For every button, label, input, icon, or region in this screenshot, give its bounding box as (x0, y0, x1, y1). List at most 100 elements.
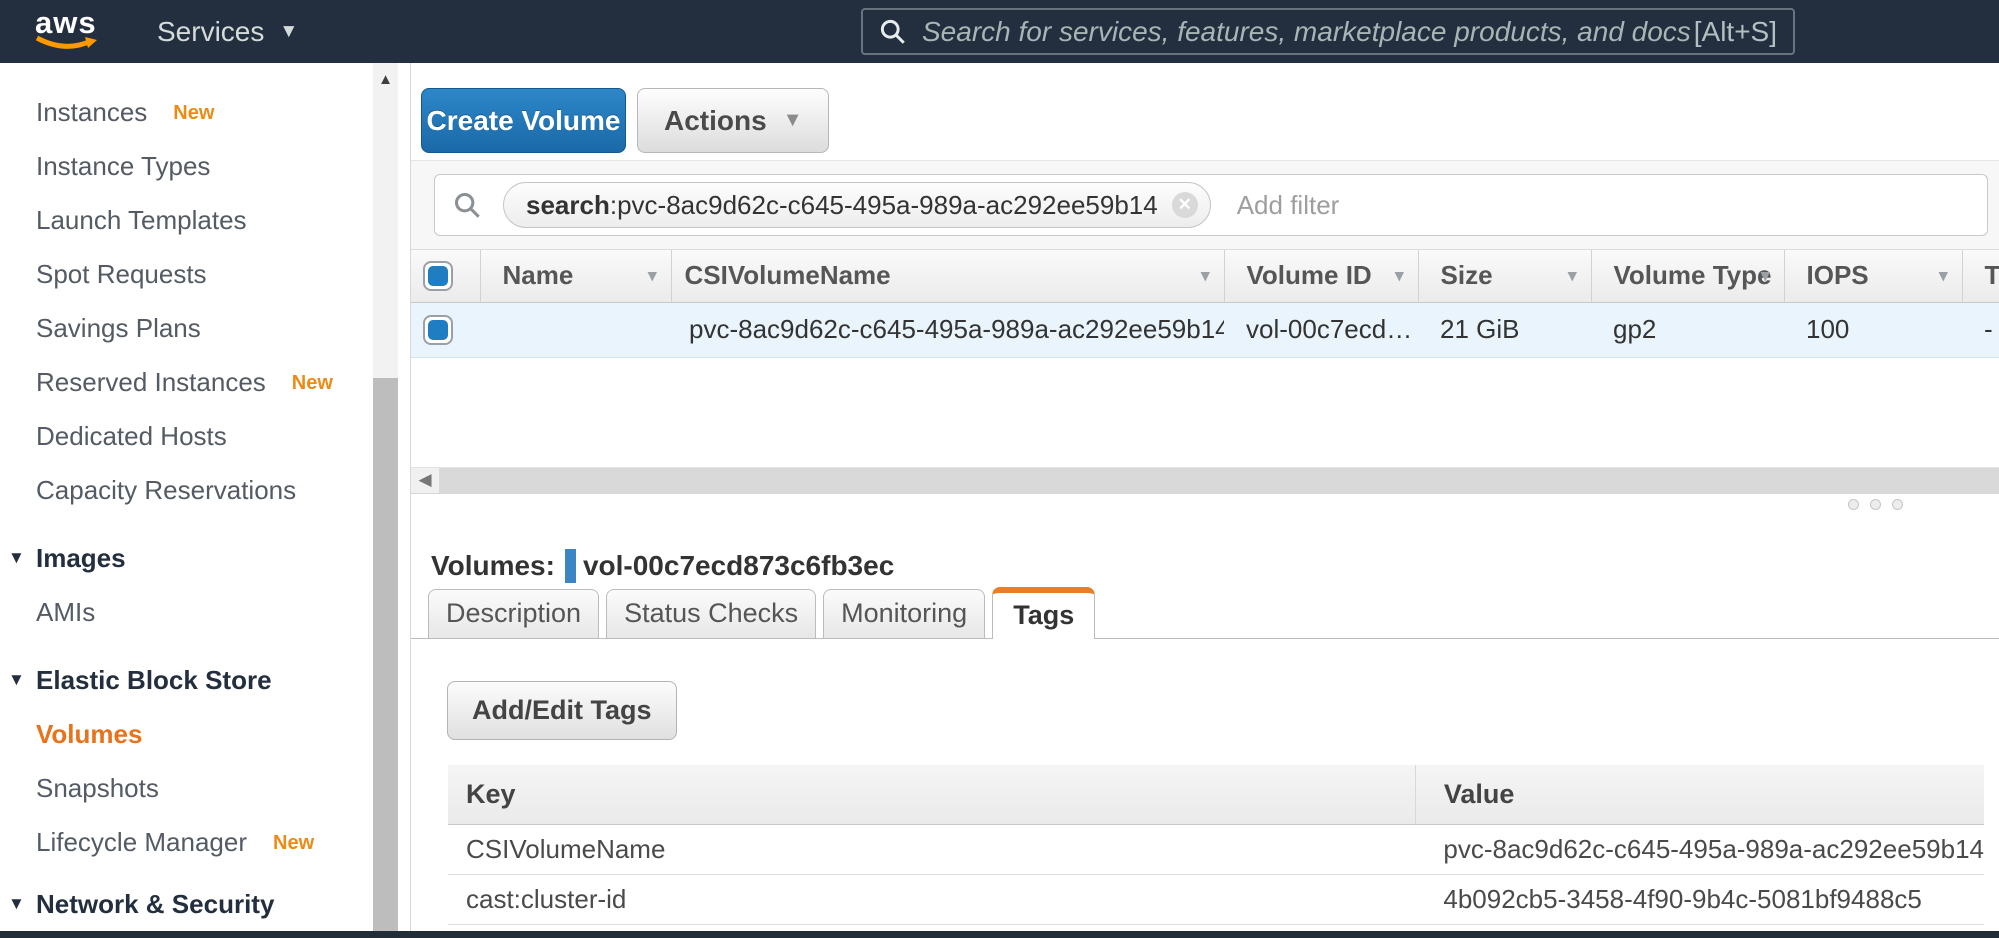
column-header-truncated[interactable]: T (1962, 250, 1999, 302)
tag-row: cast:cluster-id 4b092cb5-3458-4f90-9b4c-… (448, 875, 1984, 925)
sort-icon[interactable]: ▾ (1395, 266, 1404, 286)
window-bottom-edge (0, 931, 1999, 938)
aws-logo[interactable]: aws (35, 8, 99, 56)
sidebar-item-instances[interactable]: Instances New (0, 85, 410, 139)
triangle-down-icon: ▼ (8, 548, 36, 568)
sidebar-item-launch-templates[interactable]: Launch Templates (0, 193, 410, 247)
sidebar-item-lifecycle-manager[interactable]: Lifecycle Manager New (0, 815, 410, 869)
volume-row-selected[interactable]: pvc-8ac9d62c-c645-495a-989a-ac292ee59b14… (411, 302, 1999, 357)
detail-pane-title: Volumes: vol-00c7ecd873c6fb3ec (431, 546, 1999, 586)
new-badge: New (273, 832, 314, 855)
filter-input-area[interactable]: search : pvc-8ac9d62c-c645-495a-989a-ac2… (434, 174, 1988, 236)
filter-tag-key: search (526, 190, 610, 221)
sidebar-section-network-security[interactable]: ▼ Network & Security (0, 877, 410, 931)
row-checkbox[interactable] (423, 315, 453, 345)
filter-bar: search : pvc-8ac9d62c-c645-495a-989a-ac2… (411, 160, 1999, 250)
search-shortcut-hint: [Alt+S] (1694, 16, 1777, 48)
filter-search-icon (453, 191, 481, 219)
tag-value: pvc-8ac9d62c-c645-495a-989a-ac292ee59b14 (1415, 825, 1984, 875)
aws-logo-text: aws (35, 8, 99, 38)
tag-row: CSIVolumeName pvc-8ac9d62c-c645-495a-989… (448, 825, 1984, 875)
main-content: Create Volume Actions ▼ search : pvc-8ac… (410, 63, 1999, 938)
actions-button[interactable]: Actions ▼ (637, 88, 829, 153)
detail-tabs: Description Status Checks Monitoring Tag… (411, 588, 1999, 639)
sidebar-item-savings-plans[interactable]: Savings Plans (0, 301, 410, 355)
aws-smile-icon (35, 35, 99, 55)
triangle-down-icon: ▼ (8, 894, 36, 914)
drag-handle-icon[interactable] (1848, 499, 1914, 510)
checkbox-checked-icon (428, 266, 448, 286)
filter-tag-value: pvc-8ac9d62c-c645-495a-989a-ac292ee59b14 (617, 190, 1158, 221)
volumes-table-header-row: Name ▾ CSIVolumeName ▾ Volume ID ▾ Size … (411, 250, 1999, 302)
tags-value-header: Value (1415, 765, 1984, 825)
column-header-csivolumename[interactable]: CSIVolumeName ▾ (671, 250, 1224, 302)
sidebar-item-snapshots[interactable]: Snapshots (0, 761, 410, 815)
horizontal-scrollbar[interactable]: ◀ (411, 467, 1999, 493)
sort-icon[interactable]: ▾ (1201, 266, 1210, 286)
sort-icon[interactable]: ▾ (648, 266, 657, 286)
sidebar-section-elastic-block-store[interactable]: ▼ Elastic Block Store (0, 653, 410, 707)
tags-table-header-row: Key Value (448, 765, 1984, 825)
scroll-left-icon[interactable]: ◀ (411, 468, 439, 493)
sidebar-item-volumes[interactable]: Volumes (0, 707, 410, 761)
scroll-up-icon[interactable]: ▲ (373, 63, 398, 95)
add-filter-button[interactable]: Add filter (1237, 190, 1340, 221)
tags-table: Key Value CSIVolumeName pvc-8ac9d62c-c64… (448, 765, 1984, 926)
services-label: Services (157, 16, 264, 48)
detail-title-prefix: Volumes: (431, 550, 555, 582)
tag-key: CSIVolumeName (448, 825, 1415, 875)
triangle-down-icon: ▼ (8, 670, 36, 690)
search-icon (879, 18, 906, 45)
cell-csi-volume-name: pvc-8ac9d62c-c645-495a-989a-ac292ee59b14 (671, 302, 1224, 357)
remove-filter-icon[interactable]: ✕ (1172, 192, 1198, 218)
horizontal-scrollbar-track[interactable] (439, 468, 1999, 493)
column-header-volume-id[interactable]: Volume ID ▾ (1224, 250, 1418, 302)
cell-size: 21 GiB (1418, 302, 1591, 357)
top-navbar: aws Services ▼ Search for services, feat… (0, 0, 1999, 63)
sidebar-item-spot-requests[interactable]: Spot Requests (0, 247, 410, 301)
tab-status-checks[interactable]: Status Checks (606, 589, 816, 638)
tab-description[interactable]: Description (428, 589, 599, 638)
pane-splitter[interactable] (411, 493, 1999, 546)
filter-tag[interactable]: search : pvc-8ac9d62c-c645-495a-989a-ac2… (503, 182, 1211, 228)
column-header-name[interactable]: Name ▾ (480, 250, 671, 302)
sidebar-item-instance-types[interactable]: Instance Types (0, 139, 410, 193)
selection-bar (565, 549, 576, 583)
sidebar-scrollbar-thumb[interactable] (373, 378, 398, 938)
sidebar-scrollbar[interactable]: ▲ (373, 63, 398, 938)
sidebar-item-dedicated-hosts[interactable]: Dedicated Hosts (0, 409, 410, 463)
sidebar-item-capacity-reservations[interactable]: Capacity Reservations (0, 463, 410, 517)
tab-tags[interactable]: Tags (992, 587, 1095, 639)
chevron-down-icon: ▼ (783, 109, 803, 132)
cell-name (480, 302, 671, 357)
chevron-down-icon: ▼ (279, 21, 298, 43)
column-header-volume-type[interactable]: Volume Type ▾ (1591, 250, 1784, 302)
sort-icon[interactable]: ▾ (1939, 266, 1948, 286)
selected-volume-id: vol-00c7ecd873c6fb3ec (583, 550, 894, 582)
filter-tag-separator: : (610, 190, 617, 221)
tab-monitoring[interactable]: Monitoring (823, 589, 985, 638)
new-badge: New (292, 372, 333, 395)
services-menu[interactable]: Services ▼ (157, 16, 298, 48)
sidebar-nav-list: Instances New Instance Types Launch Temp… (0, 63, 410, 931)
create-volume-button[interactable]: Create Volume (421, 88, 626, 153)
sidebar-item-amis[interactable]: AMIs (0, 585, 410, 639)
sort-icon[interactable]: ▾ (1761, 266, 1770, 286)
sort-icon[interactable]: ▾ (1568, 266, 1577, 286)
global-search-input[interactable]: Search for services, features, marketpla… (861, 8, 1795, 55)
tag-value: 4b092cb5-3458-4f90-9b4c-5081bf9488c5 (1415, 875, 1984, 925)
sidebar-item-reserved-instances[interactable]: Reserved Instances New (0, 355, 410, 409)
cell-truncated: - (1962, 302, 1999, 357)
cell-volume-type: gp2 (1591, 302, 1784, 357)
new-badge: New (173, 102, 214, 125)
select-all-checkbox[interactable] (423, 261, 453, 291)
tags-key-header: Key (448, 765, 1415, 825)
add-edit-tags-button[interactable]: Add/Edit Tags (447, 681, 677, 740)
action-toolbar: Create Volume Actions ▼ (421, 88, 1999, 153)
row-select-cell (411, 302, 480, 357)
sidebar: Instances New Instance Types Launch Temp… (0, 63, 410, 938)
column-header-size[interactable]: Size ▾ (1418, 250, 1591, 302)
column-header-iops[interactable]: IOPS ▾ (1784, 250, 1962, 302)
sidebar-section-images[interactable]: ▼ Images (0, 531, 410, 585)
volumes-table: Name ▾ CSIVolumeName ▾ Volume ID ▾ Size … (411, 250, 1999, 358)
